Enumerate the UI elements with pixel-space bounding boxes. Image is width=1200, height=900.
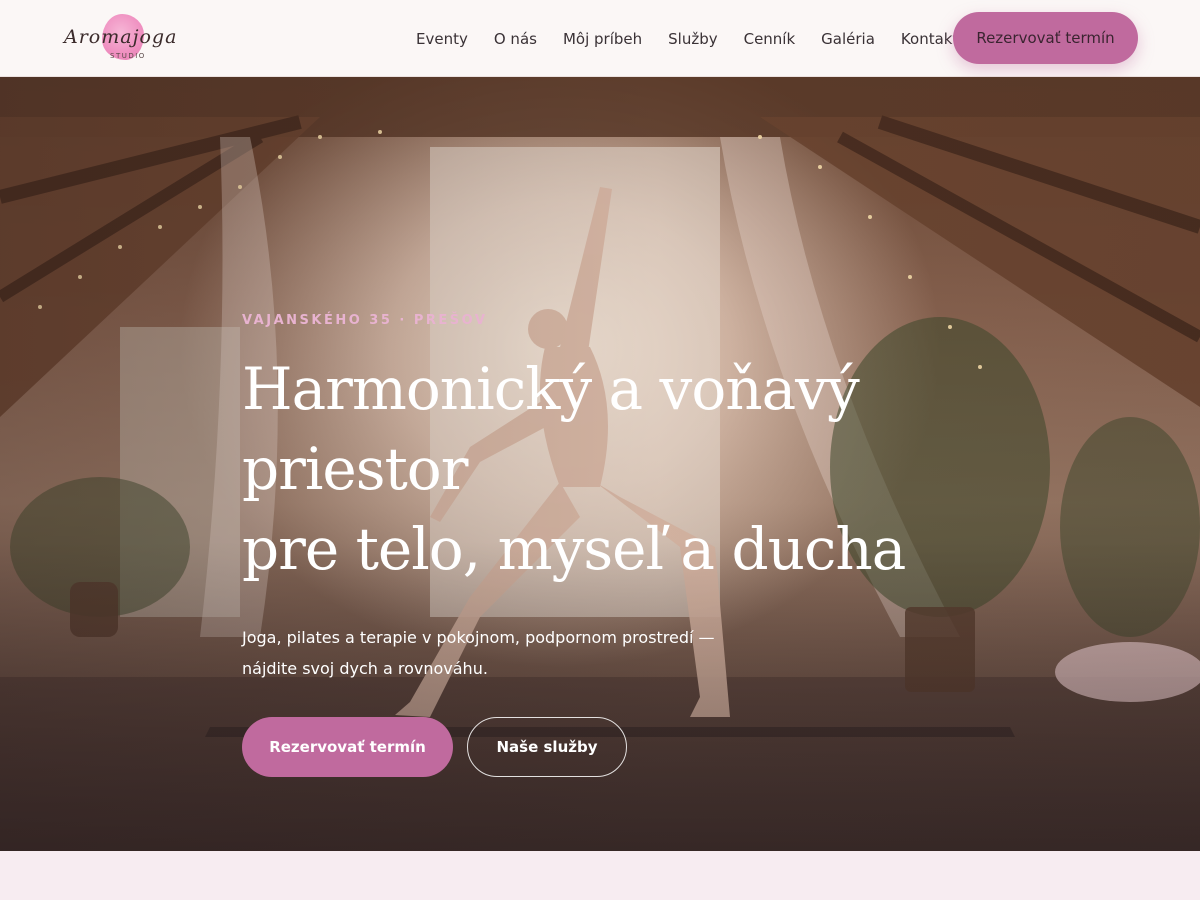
hero-reserve-button[interactable]: Rezervovať termín: [242, 717, 453, 777]
nav-item-sluzby[interactable]: Služby: [668, 30, 717, 48]
hero-title-line-3: pre telo, myseľ a ducha: [242, 515, 906, 583]
header-reserve-button[interactable]: Rezervovať termín: [953, 12, 1138, 64]
next-section-strip: [0, 851, 1200, 900]
logo-script: Aromajoga: [64, 26, 178, 48]
hero-address: VAJANSKÉHO 35 · PREŠOV: [242, 313, 488, 328]
site-header: Aromajoga STUDIO Eventy O nás Môj príbeh…: [0, 0, 1200, 77]
hero-description: Joga, pilates a terapie v pokojnom, podp…: [242, 622, 762, 684]
hero-section: VAJANSKÉHO 35 · PREŠOV Harmonický a voňa…: [0, 77, 1200, 851]
logo-subtitle: STUDIO: [110, 52, 146, 60]
hero-description-line-1: Joga, pilates a terapie v pokojnom, podp…: [242, 628, 715, 647]
hero-title-line-2: priestor: [242, 435, 468, 503]
main-nav: Eventy O nás Môj príbeh Služby Cenník Ga…: [404, 0, 984, 77]
hero-title: Harmonický a voňavý priestor pre telo, m…: [242, 349, 942, 589]
nav-item-kontakt[interactable]: Kontakt: [901, 30, 958, 48]
hero-services-button[interactable]: Naše služby: [467, 717, 627, 777]
hero-description-line-2: nájdite svoj dych a rovnováhu.: [242, 659, 488, 678]
nav-item-cennik[interactable]: Cenník: [744, 30, 796, 48]
nav-item-eventy[interactable]: Eventy: [416, 30, 468, 48]
nav-item-moj-pribeh[interactable]: Môj príbeh: [563, 30, 642, 48]
hero-title-line-1: Harmonický a voňavý: [242, 355, 860, 423]
logo[interactable]: Aromajoga STUDIO: [62, 12, 178, 64]
nav-item-galeria[interactable]: Galéria: [821, 30, 875, 48]
nav-item-o-nas[interactable]: O nás: [494, 30, 537, 48]
